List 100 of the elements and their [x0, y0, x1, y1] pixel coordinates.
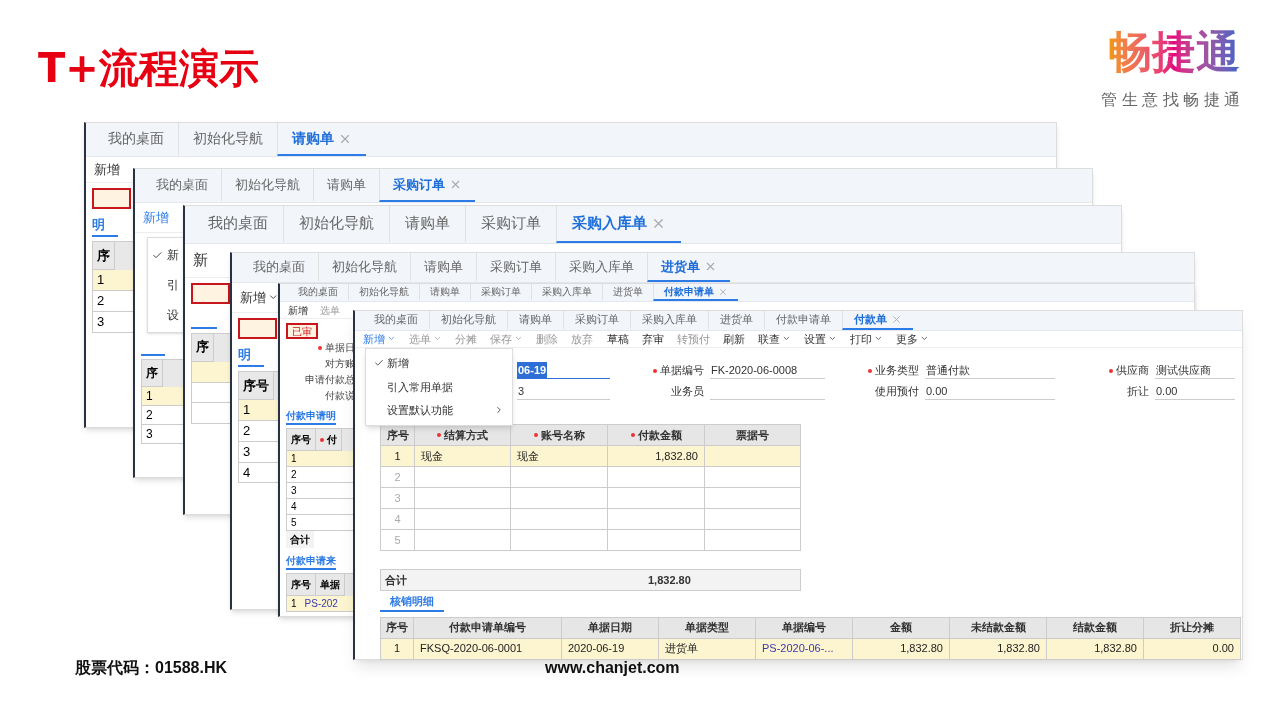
- table-cell-text: PS-202: [303, 597, 339, 611]
- toolbar-button[interactable]: 新增: [94, 159, 120, 180]
- section-tab[interactable]: 核销明细: [380, 593, 444, 612]
- tab[interactable]: 请购单: [389, 206, 465, 243]
- tab[interactable]: 采购入库单: [531, 284, 602, 301]
- toolbar-button[interactable]: 打印: [850, 330, 884, 347]
- tab[interactable]: 我的桌面: [363, 311, 429, 330]
- required-dot-icon: [630, 433, 635, 437]
- table-cell-text: 1: [96, 271, 106, 290]
- section-tab[interactable]: 付款申请明: [286, 408, 336, 425]
- input-field[interactable]: 06-19: [517, 362, 610, 379]
- required-dot-icon: [318, 345, 322, 350]
- menu-item[interactable]: 新增: [366, 355, 512, 372]
- table-cell: 1: [381, 638, 414, 660]
- check-icon: [152, 249, 163, 261]
- input-field[interactable]: 0.00: [1155, 383, 1235, 400]
- tab[interactable]: 我的桌面: [240, 253, 318, 282]
- tab[interactable]: 付款申请单: [764, 311, 842, 330]
- tab[interactable]: 采购订单: [465, 206, 556, 243]
- table-cell-text: 1: [290, 452, 298, 466]
- menu-item[interactable]: 引入常用单据: [366, 378, 512, 395]
- table-cell: 2020-06-19: [562, 638, 659, 660]
- tab[interactable]: 采购订单: [476, 253, 555, 282]
- close-icon[interactable]: [891, 313, 902, 325]
- tab[interactable]: 请购单: [277, 123, 366, 156]
- column-header: 单据类型: [659, 617, 756, 639]
- column-header: 单据编号: [756, 617, 853, 639]
- tab[interactable]: 我的桌面: [193, 206, 283, 243]
- table-cell-text: 1: [290, 597, 298, 611]
- column-header: 单据日期: [562, 617, 659, 639]
- tab[interactable]: 初始化导航: [283, 206, 389, 243]
- tab[interactable]: 采购订单: [563, 311, 630, 330]
- column-header: 票据号: [705, 425, 801, 446]
- required-dot-icon: [437, 433, 441, 437]
- tab[interactable]: 采购入库单: [556, 206, 681, 243]
- toolbar-button[interactable]: 新增: [240, 287, 279, 308]
- tab[interactable]: 采购订单: [379, 169, 475, 202]
- table-cell-text: 3: [290, 484, 298, 498]
- section-tab[interactable]: 付款申请来: [286, 553, 336, 570]
- section-tab[interactable]: 明: [238, 345, 264, 367]
- column-header: 结算方式: [415, 425, 511, 446]
- menu-item[interactable]: 设: [148, 306, 184, 324]
- toolbar-button[interactable]: 新增: [143, 207, 169, 228]
- tab[interactable]: 付款单: [842, 311, 913, 330]
- input-field[interactable]: 3: [517, 383, 610, 400]
- tab[interactable]: 采购入库单: [630, 311, 708, 330]
- toolbar-button[interactable]: 新增: [363, 330, 396, 347]
- toolbar-button[interactable]: 新增: [288, 302, 308, 318]
- column-header: 序: [142, 360, 163, 387]
- toolbar-button[interactable]: 联查: [758, 330, 792, 347]
- tab[interactable]: 初始化导航: [221, 169, 313, 202]
- menu-item[interactable]: 新: [148, 246, 184, 264]
- tab[interactable]: 请购单: [419, 284, 470, 301]
- tab[interactable]: 进货单: [708, 311, 764, 330]
- toolbar-button[interactable]: 设置: [804, 330, 838, 347]
- stock-code: 股票代码：01588.HK: [75, 658, 228, 678]
- check-icon: [374, 358, 384, 369]
- tab[interactable]: 初始化导航: [318, 253, 410, 282]
- status-badge: [238, 318, 277, 339]
- tab[interactable]: 初始化导航: [178, 123, 277, 156]
- tab[interactable]: 请购单: [313, 169, 379, 202]
- tab[interactable]: 采购入库单: [555, 253, 647, 282]
- tab[interactable]: 我的桌面: [143, 169, 221, 202]
- toolbar-button[interactable]: 更多: [896, 330, 929, 347]
- toolbar-button[interactable]: 刷新: [723, 330, 746, 347]
- table-cell-text: 1: [145, 387, 154, 405]
- tab[interactable]: 请购单: [410, 253, 476, 282]
- table-cell: 1,832.80: [608, 446, 705, 467]
- table-cell: 1,832.80: [950, 638, 1047, 660]
- column-header: 未结款金额: [950, 617, 1047, 639]
- toolbar-button[interactable]: 新: [193, 249, 208, 272]
- input-field[interactable]: 0.00: [925, 383, 1055, 400]
- table-cell: 进货单: [659, 638, 756, 660]
- tab[interactable]: 初始化导航: [348, 284, 419, 301]
- chevron-right-icon: [494, 405, 504, 416]
- close-icon[interactable]: [449, 178, 462, 191]
- input-field[interactable]: 普通付款: [925, 362, 1055, 379]
- tab[interactable]: 初始化导航: [429, 311, 507, 330]
- input-field[interactable]: FK-2020-06-0008: [710, 362, 825, 379]
- table-cell: 1,832.80: [853, 638, 950, 660]
- close-icon[interactable]: [651, 216, 666, 231]
- tab[interactable]: 我的桌面: [288, 284, 348, 301]
- table-cell[interactable]: PS-2020-06-...: [756, 638, 853, 660]
- field-label: 使用预付: [875, 384, 919, 400]
- input-field[interactable]: 测试供应商: [1155, 362, 1235, 379]
- close-icon[interactable]: [718, 286, 728, 297]
- column-header: 账号名称: [511, 425, 608, 446]
- menu-item[interactable]: 设置默认功能: [366, 402, 512, 419]
- tab[interactable]: 我的桌面: [94, 123, 178, 156]
- close-icon[interactable]: [704, 260, 717, 273]
- tab[interactable]: 进货单: [602, 284, 653, 301]
- tab[interactable]: 付款申请单: [653, 284, 738, 301]
- menu-item[interactable]: 引: [148, 276, 184, 294]
- table-cell-text: 2: [96, 292, 106, 311]
- section-tab[interactable]: 明: [92, 215, 118, 237]
- tab[interactable]: 请购单: [507, 311, 563, 330]
- toolbar-button[interactable]: 弃审: [641, 330, 664, 347]
- toolbar-button[interactable]: 草稿: [606, 330, 629, 347]
- tab[interactable]: 采购订单: [470, 284, 531, 301]
- total-label: 合计: [286, 531, 314, 548]
